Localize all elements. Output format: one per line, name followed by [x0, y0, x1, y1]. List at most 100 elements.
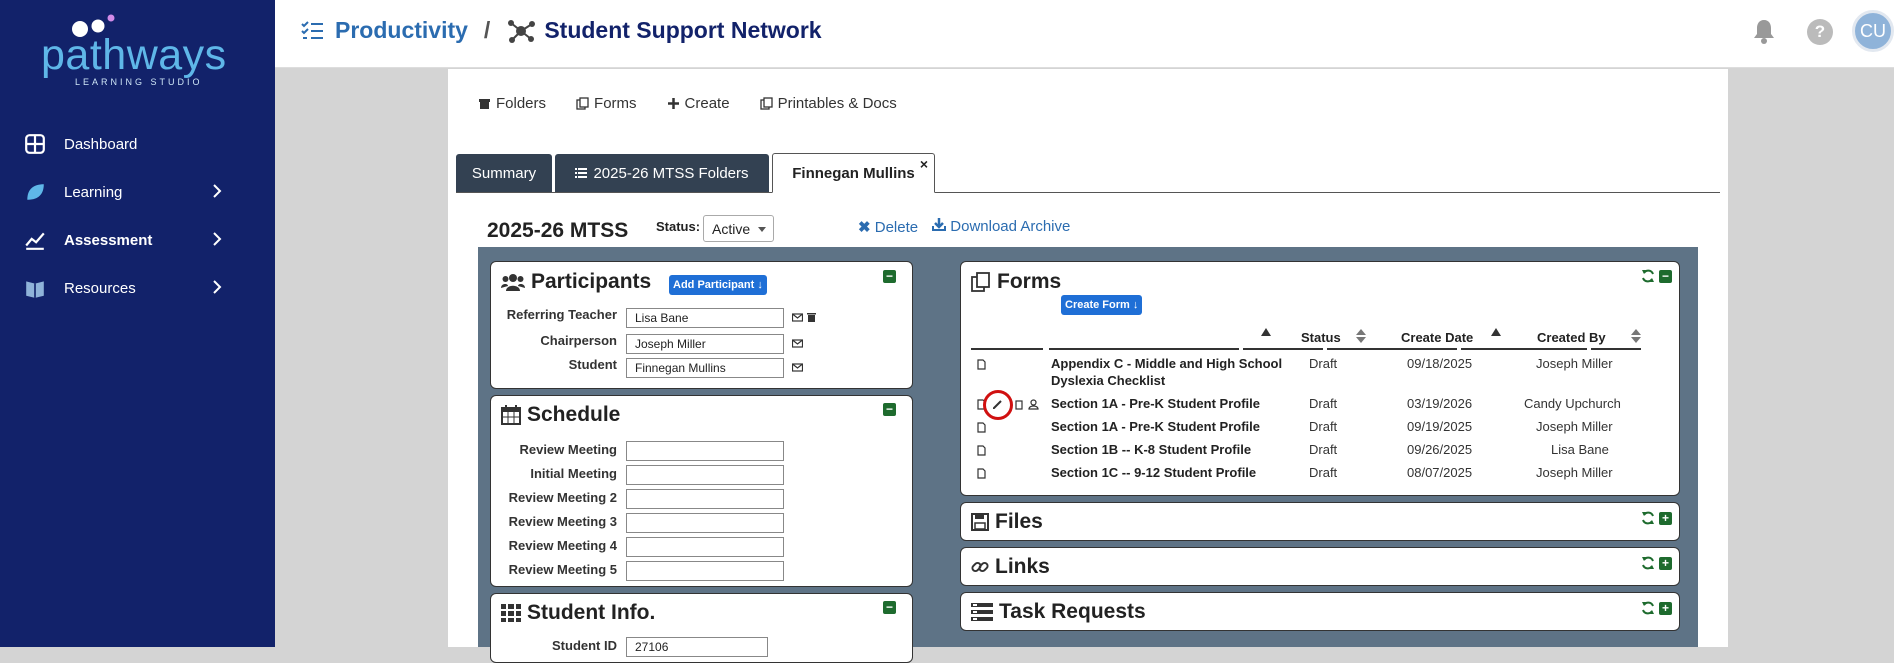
help-icon[interactable]: ? — [1807, 19, 1833, 45]
add-participant-button[interactable]: Add Participant ↓ — [669, 275, 767, 295]
sidebar-item-label: Resources — [64, 279, 136, 297]
expand-icon[interactable]: + — [1659, 512, 1672, 525]
tab-label: 2025-26 MTSS Folders — [593, 164, 749, 182]
document-icon[interactable] — [977, 359, 986, 370]
form-created-by: Joseph Miller — [1536, 465, 1613, 480]
form-name-cont[interactable]: Dyslexia Checklist — [1051, 373, 1165, 388]
document-icon[interactable] — [977, 422, 986, 433]
envelope-icon[interactable] — [792, 362, 803, 373]
envelope-icon[interactable] — [792, 338, 803, 349]
sidebar-item-resources[interactable]: Resources — [0, 264, 275, 312]
form-name[interactable]: Appendix C - Middle and High School — [1051, 356, 1282, 371]
refresh-icon[interactable] — [1641, 269, 1655, 283]
user-icon[interactable] — [1028, 399, 1039, 410]
referring-teacher-field[interactable]: Lisa Bane — [626, 308, 784, 328]
record-actions: ✖ Delete Download Archive — [858, 218, 1084, 236]
field-label: Referring Teacher — [506, 307, 617, 322]
column-status[interactable]: Status — [1301, 330, 1341, 345]
panel-title-text: Links — [995, 555, 1050, 578]
refresh-icon[interactable] — [1641, 511, 1655, 525]
book-icon — [26, 281, 44, 298]
sort-icon[interactable] — [1631, 329, 1641, 343]
review-meeting-4-field[interactable] — [626, 537, 784, 557]
expand-icon[interactable]: + — [1659, 557, 1672, 570]
breadcrumb-productivity[interactable]: Productivity — [335, 17, 468, 44]
collapse-icon[interactable]: − — [883, 270, 896, 283]
document-icon[interactable] — [977, 468, 986, 479]
sidebar-item-dashboard[interactable]: Dashboard — [0, 120, 275, 168]
delete-button[interactable]: ✖ Delete — [858, 218, 918, 236]
refresh-icon[interactable] — [1641, 556, 1655, 570]
tab-finnegan-mullins[interactable]: Finnegan Mullins × — [772, 153, 935, 193]
collapse-icon[interactable]: − — [1659, 270, 1672, 283]
form-name[interactable]: Section 1C -- 9-12 Student Profile — [1051, 465, 1256, 480]
status-select[interactable]: Active — [703, 215, 774, 242]
participants-panel: Participants Add Participant ↓ − Referri… — [490, 261, 913, 389]
sort-icon[interactable] — [1356, 329, 1366, 343]
pathways-logo[interactable]: pathways LEARNING STUDIO — [35, 10, 235, 87]
network-icon — [508, 19, 536, 43]
record-title: 2025-26 MTSS — [487, 219, 629, 242]
panel-title-text: Student Info. — [527, 601, 656, 624]
create-form-button[interactable]: Create Form ↓ — [1061, 295, 1143, 315]
sidebar-item-learning[interactable]: Learning — [0, 168, 275, 216]
toolbar: Folders Forms Create Printables & Docs — [478, 95, 927, 112]
refresh-icon[interactable] — [1641, 601, 1655, 615]
tab-bar: Summary 2025-26 MTSS Folders Finnegan Mu… — [456, 153, 1720, 193]
review-meeting-5-field[interactable] — [626, 561, 784, 581]
trash-icon[interactable] — [806, 311, 817, 322]
column-create-date[interactable]: Create Date — [1401, 330, 1473, 345]
tab-mtss-folders[interactable]: 2025-26 MTSS Folders — [555, 154, 769, 192]
grid-icon — [501, 604, 521, 622]
form-status: Draft — [1309, 419, 1338, 434]
collapse-icon[interactable]: − — [883, 601, 896, 614]
printables-menu[interactable]: Printables & Docs — [759, 95, 897, 112]
bell-icon[interactable] — [1753, 18, 1775, 44]
create-menu[interactable]: Create — [667, 95, 730, 112]
collapse-icon[interactable]: − — [883, 403, 896, 416]
student-field[interactable]: Finnegan Mullins — [626, 358, 784, 378]
forms-menu[interactable]: Forms — [576, 95, 637, 112]
panel-title-text: Task Requests — [999, 600, 1146, 623]
chairperson-field[interactable]: Joseph Miller — [626, 334, 784, 354]
student-id-field[interactable]: 27106 — [626, 637, 768, 657]
folders-menu[interactable]: Folders — [478, 95, 546, 112]
copy-icon[interactable] — [1015, 399, 1024, 410]
form-name[interactable]: Section 1A - Pre-K Student Profile — [1051, 419, 1260, 434]
tasks-icon — [971, 603, 993, 621]
sidebar-item-label: Assessment — [64, 231, 153, 249]
tab-summary[interactable]: Summary — [456, 154, 552, 192]
sort-asc-icon[interactable] — [1261, 328, 1271, 336]
close-tab-icon[interactable]: × — [920, 156, 928, 172]
document-icon[interactable] — [977, 445, 986, 456]
breadcrumb-current: Student Support Network — [544, 17, 822, 43]
files-panel: Files + — [960, 502, 1680, 541]
initial-meeting-field[interactable] — [626, 465, 784, 485]
download-archive-button[interactable]: Download Archive — [932, 218, 1070, 236]
pencil-icon[interactable] — [992, 399, 1003, 410]
sidebar-item-label: Learning — [64, 183, 123, 201]
tab-label: Summary — [471, 164, 537, 182]
form-name[interactable]: Section 1B -- K-8 Student Profile — [1051, 442, 1251, 457]
status-label: Status: — [656, 219, 701, 234]
expand-icon[interactable]: + — [1659, 602, 1672, 615]
envelope-icon[interactable] — [792, 312, 803, 323]
form-name[interactable]: Section 1A - Pre-K Student Profile — [1051, 396, 1260, 411]
review-meeting-field[interactable] — [626, 441, 784, 461]
create-label: Create — [684, 95, 730, 112]
panel-title-text: Files — [995, 510, 1043, 533]
panel-title-text: Schedule — [527, 403, 621, 426]
sort-asc-icon[interactable] — [1491, 328, 1501, 336]
review-meeting-3-field[interactable] — [626, 513, 784, 533]
divider — [1591, 348, 1641, 350]
form-date: 09/18/2025 — [1407, 356, 1473, 371]
floppy-icon — [971, 513, 989, 531]
review-meeting-2-field[interactable] — [626, 489, 784, 509]
sidebar-item-assessment[interactable]: Assessment — [0, 216, 275, 264]
link-icon — [971, 561, 989, 573]
form-date: 09/19/2025 — [1407, 419, 1473, 434]
avatar[interactable]: CU — [1852, 10, 1894, 52]
links-panel: Links + — [960, 547, 1680, 586]
form-created-by: Candy Upchurch — [1524, 396, 1621, 411]
column-created-by[interactable]: Created By — [1537, 330, 1606, 345]
